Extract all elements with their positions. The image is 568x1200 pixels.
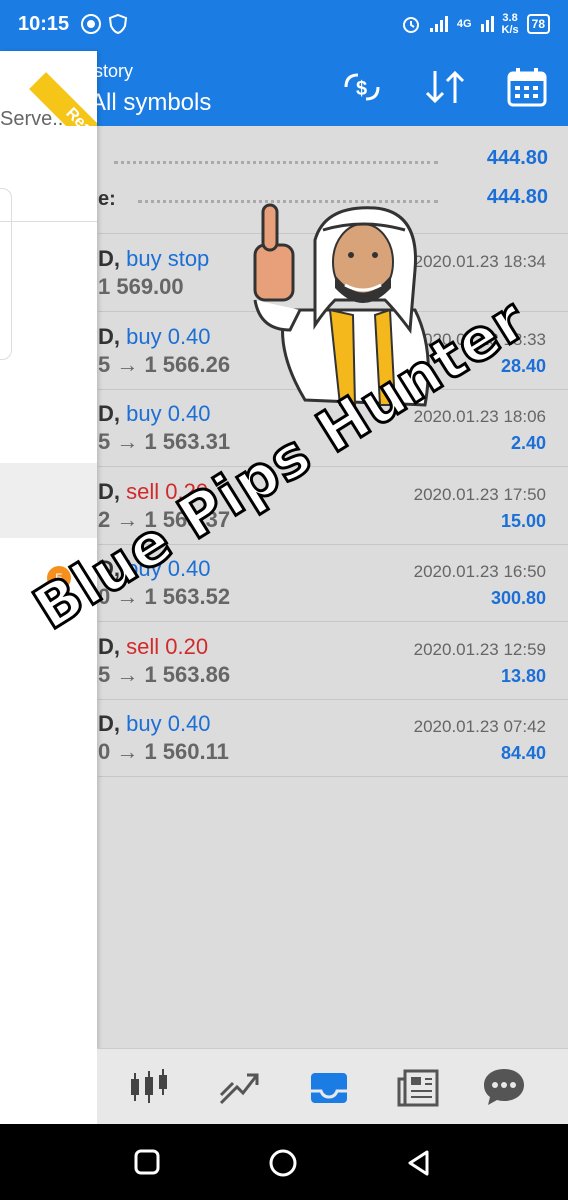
summary-label: e: — [98, 188, 116, 210]
net-speed: 3.8 K/s — [502, 12, 519, 36]
trade-symbol: D, — [98, 478, 120, 504]
alarm-icon — [402, 17, 419, 33]
summary-value: 444.80 — [486, 147, 548, 169]
real-account-ribbon: Real — [0, 51, 97, 126]
trade-action: buy 0.40 — [126, 323, 211, 349]
header-subtitle[interactable]: All symbols — [90, 89, 211, 117]
trade-date: 2020.01.23 18:06 — [413, 407, 546, 426]
trade-row[interactable]: D, sell 0.20 5 → 1 563.86 2020.01.23 12:59… — [98, 622, 568, 700]
trade-date: 2020.01.23 07:42 — [413, 717, 546, 736]
network-type: 4G — [456, 18, 472, 30]
drawer-item-selected[interactable] — [0, 463, 97, 538]
trade-profit: 15.00 — [500, 510, 546, 531]
summary-row-profit: 444.80 — [98, 145, 548, 175]
back-icon[interactable] — [405, 1148, 433, 1178]
summary-value: 444.80 — [486, 186, 548, 208]
trade-profit: 300.80 — [490, 588, 546, 608]
trade-action: sell 0.20 — [126, 633, 209, 659]
trade-action: buy 0.40 — [126, 401, 211, 426]
svg-text:$: $ — [356, 78, 367, 100]
net-speed-unit: K/s — [501, 24, 519, 36]
trade-profit: 84.40 — [500, 743, 546, 763]
leader-dots — [114, 161, 438, 164]
quotes-icon[interactable] — [127, 1065, 171, 1109]
trade-title: D, buy 0.40 — [98, 324, 211, 350]
trade-symbol: D, — [98, 711, 120, 736]
news-icon[interactable] — [397, 1065, 441, 1109]
trade-title: D, buy stop — [98, 246, 209, 272]
trade-date: 2020.01.23 12:59 — [413, 639, 546, 659]
account-card[interactable] — [0, 188, 12, 360]
sort-icon[interactable] — [423, 67, 467, 107]
trade-prices: 1 569.00 — [98, 274, 184, 299]
home-icon[interactable] — [268, 1148, 298, 1178]
trade-symbol: D, — [98, 246, 120, 271]
system-navigation-bar — [0, 1124, 568, 1200]
trade-symbol: D, — [98, 401, 120, 426]
trade-action: buy stop — [126, 246, 210, 271]
trade-prices: 0 → 1 560.11 — [98, 739, 229, 764]
history-inbox-icon[interactable] — [307, 1065, 351, 1109]
trade-action: buy 0.40 — [126, 711, 211, 736]
status-time: 10:15 — [18, 13, 70, 35]
trade-prices: 5 → 1 563.31 — [98, 429, 231, 454]
trade-prices: 5 → 1 563.86 — [98, 661, 231, 687]
net-speed-value: 3.8 — [502, 12, 518, 24]
chat-icon[interactable] — [482, 1065, 526, 1109]
trade-chart-icon[interactable] — [217, 1065, 261, 1109]
status-right: 4G 3.8 K/s 78 — [401, 12, 550, 36]
trade-title: D, sell 0.20 — [98, 634, 208, 660]
trade-profit: 2.40 — [510, 433, 546, 453]
trade-prices: 5 → 1 566.26 — [98, 351, 231, 377]
trade-title: D, buy 0.40 — [98, 401, 211, 427]
drawer-divider — [0, 221, 97, 222]
trade-profit: 13.80 — [500, 665, 546, 686]
trade-symbol: D, — [98, 323, 120, 349]
trade-row[interactable]: D, buy 0.40 0 → 1 560.11 2020.01.23 07:42 8… — [98, 699, 568, 777]
recents-icon[interactable] — [133, 1148, 161, 1176]
battery-indicator: 78 — [526, 14, 550, 34]
trade-symbol: D, — [98, 633, 120, 659]
trade-date: 2020.01.23 16:50 — [413, 562, 546, 581]
ribbon-label: Real — [29, 72, 97, 126]
status-bar: 10:15 4G 3.8 K/s 78 — [0, 0, 568, 51]
shield-icon — [108, 13, 128, 35]
signal-icon — [429, 16, 448, 32]
trade-date: 2020.01.23 17:50 — [413, 484, 546, 504]
currency-exchange-icon[interactable]: $ — [340, 67, 384, 107]
calendar-icon[interactable] — [506, 67, 548, 107]
app-notification-icon — [81, 14, 101, 34]
trade-title: D, buy 0.40 — [98, 711, 211, 737]
bottom-toolbar — [97, 1048, 568, 1125]
signal-icon-2 — [480, 16, 494, 32]
